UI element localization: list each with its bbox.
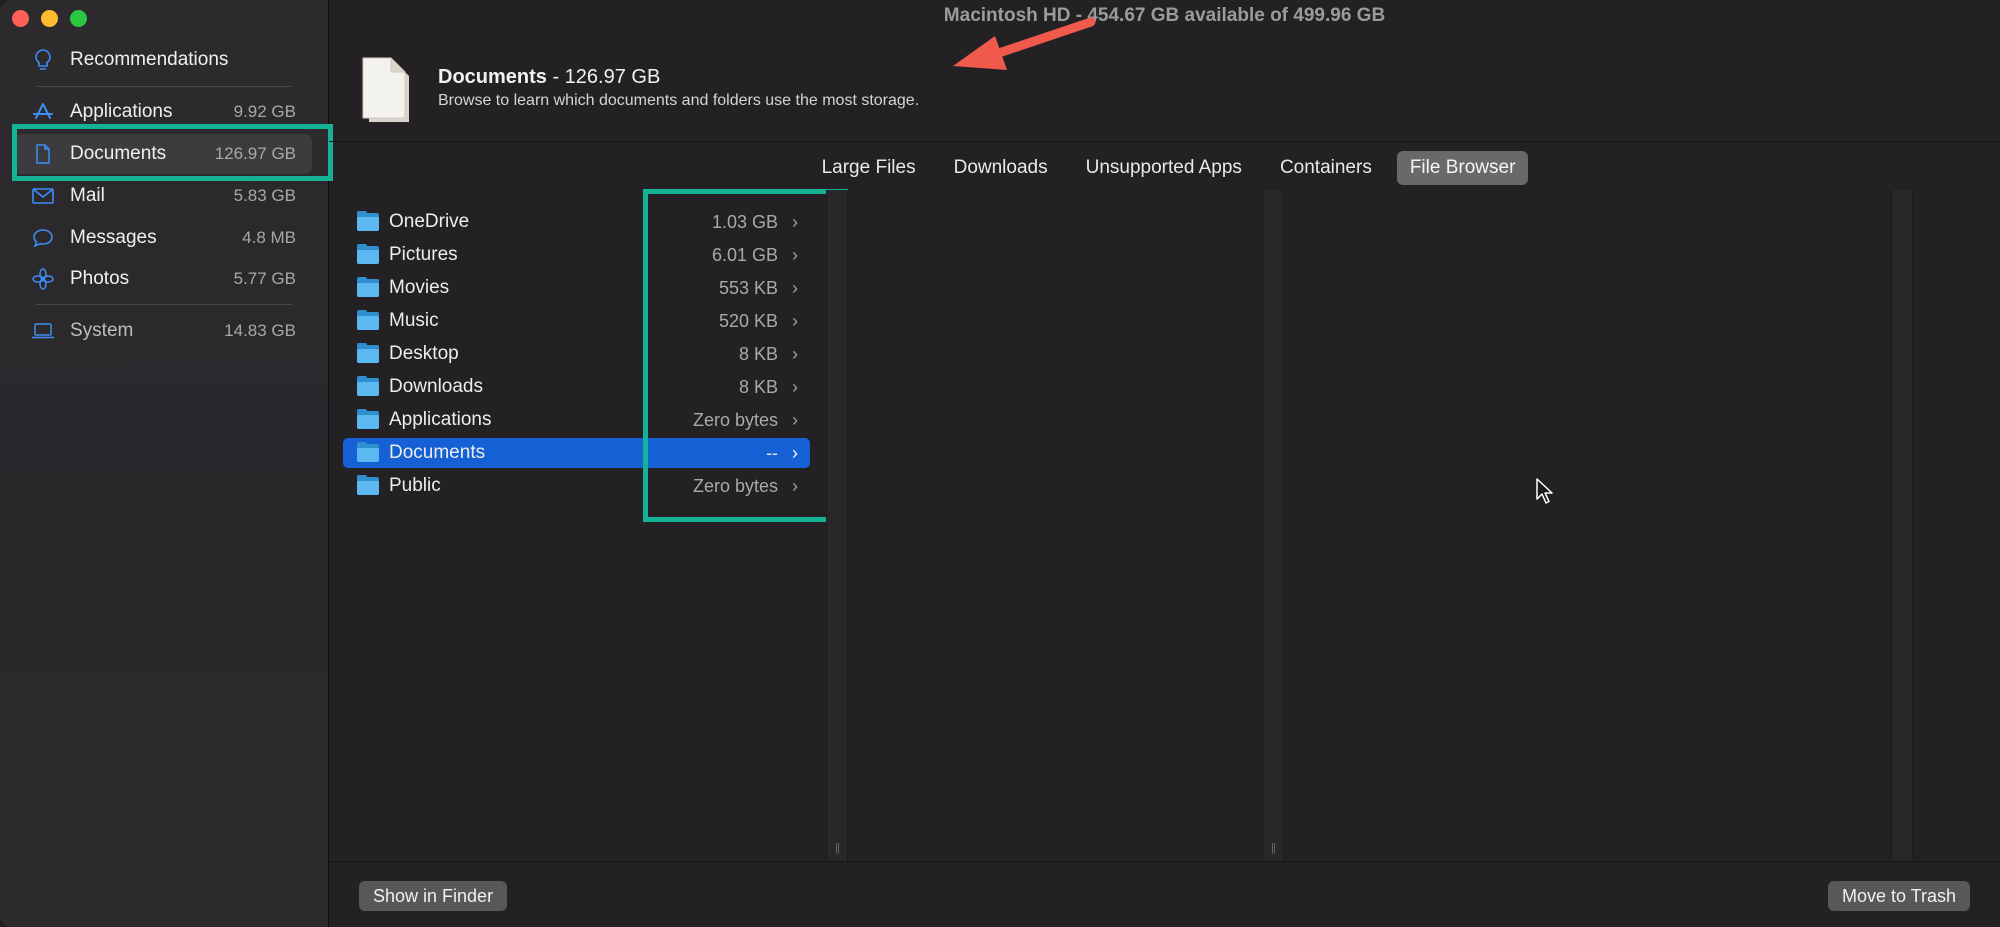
folder-icon xyxy=(357,409,381,429)
sidebar-item-size: 5.83 GB xyxy=(233,186,296,205)
sidebar-item-recommendations[interactable]: Recommendations xyxy=(14,40,312,80)
tab-containers[interactable]: Containers xyxy=(1267,151,1385,185)
flower-icon xyxy=(30,268,56,290)
grip-icon: || xyxy=(835,842,840,854)
lightbulb-icon xyxy=(30,49,56,71)
speech-bubble-icon xyxy=(30,228,56,248)
grip-icon: || xyxy=(1271,842,1276,854)
app-store-icon xyxy=(30,102,56,122)
window-title: Macintosh HD - 454.67 GB available of 49… xyxy=(943,5,1386,26)
main-panel: Macintosh HD - 454.67 GB available of 49… xyxy=(329,0,2000,927)
sidebar-item-label: System xyxy=(70,320,134,341)
file-browser: OneDrive 1.03 GB › Pictures 6.01 GB › Mo… xyxy=(329,189,2000,862)
column-resize-handle[interactable]: || xyxy=(826,190,848,862)
sidebar-divider xyxy=(36,304,292,305)
sidebar-item-photos[interactable]: Photos 5.77 GB xyxy=(14,259,312,299)
tab-bar: Large Files Downloads Unsupported Apps C… xyxy=(329,151,2000,185)
page-subtitle: Browse to learn which documents and fold… xyxy=(438,92,920,109)
column-resize-handle[interactable]: || xyxy=(1262,190,1284,862)
sidebar-item-label: Recommendations xyxy=(70,49,229,70)
sidebar-item-size: 4.8 MB xyxy=(242,228,296,247)
footer-divider xyxy=(329,861,2000,862)
storage-window: Recommendations Applications 9.92 GB Doc… xyxy=(0,0,2000,927)
tab-file-browser[interactable]: File Browser xyxy=(1396,151,1529,185)
folder-icon xyxy=(357,277,381,297)
minimize-button[interactable] xyxy=(41,10,58,27)
sidebar-item-messages[interactable]: Messages 4.8 MB xyxy=(14,218,312,258)
sidebar-item-label: Applications xyxy=(70,101,173,122)
sidebar-item-size: 14.83 GB xyxy=(224,321,296,340)
folder-icon xyxy=(357,244,381,264)
annotation-highlight-sizes xyxy=(643,189,848,522)
tab-unsupported-apps[interactable]: Unsupported Apps xyxy=(1073,151,1255,185)
page-title: Documents - 126.97 GB xyxy=(438,66,660,89)
sidebar-item-system[interactable]: System 14.83 GB xyxy=(14,311,312,351)
page-title-name: Documents xyxy=(438,66,547,88)
sidebar-item-label: Messages xyxy=(70,227,157,248)
mouse-pointer-icon xyxy=(1536,478,1553,504)
envelope-icon xyxy=(30,188,56,204)
laptop-icon xyxy=(30,323,56,339)
tab-large-files[interactable]: Large Files xyxy=(809,151,929,185)
folder-icon xyxy=(357,376,381,396)
column-resize-handle[interactable] xyxy=(1891,190,1913,862)
header-divider xyxy=(329,141,2000,142)
window-controls xyxy=(12,10,87,27)
sidebar-item-mail[interactable]: Mail 5.83 GB xyxy=(14,176,312,216)
show-in-finder-button[interactable]: Show in Finder xyxy=(359,881,508,911)
folder-icon xyxy=(357,442,381,462)
annotation-highlight-sidebar xyxy=(12,124,333,181)
sidebar-item-size: 9.92 GB xyxy=(233,102,296,121)
folder-icon xyxy=(357,343,381,363)
close-button[interactable] xyxy=(12,10,29,27)
sidebar-item-size: 5.77 GB xyxy=(233,269,296,288)
sidebar: Recommendations Applications 9.92 GB Doc… xyxy=(0,0,333,927)
sidebar-item-label: Photos xyxy=(70,268,130,289)
move-to-trash-button[interactable]: Move to Trash xyxy=(1827,881,1970,911)
tab-downloads[interactable]: Downloads xyxy=(941,151,1061,185)
zoom-button[interactable] xyxy=(70,10,87,27)
annotation-arrow-icon xyxy=(953,17,1096,70)
folder-icon xyxy=(357,211,381,231)
page-title-size: - 126.97 GB xyxy=(546,66,661,88)
browser-column-1: OneDrive 1.03 GB › Pictures 6.01 GB › Mo… xyxy=(329,189,848,862)
document-large-icon xyxy=(362,57,409,122)
folder-icon xyxy=(357,475,381,495)
folder-icon xyxy=(357,310,381,330)
sidebar-divider xyxy=(36,86,292,87)
sidebar-item-label: Mail xyxy=(70,185,105,206)
